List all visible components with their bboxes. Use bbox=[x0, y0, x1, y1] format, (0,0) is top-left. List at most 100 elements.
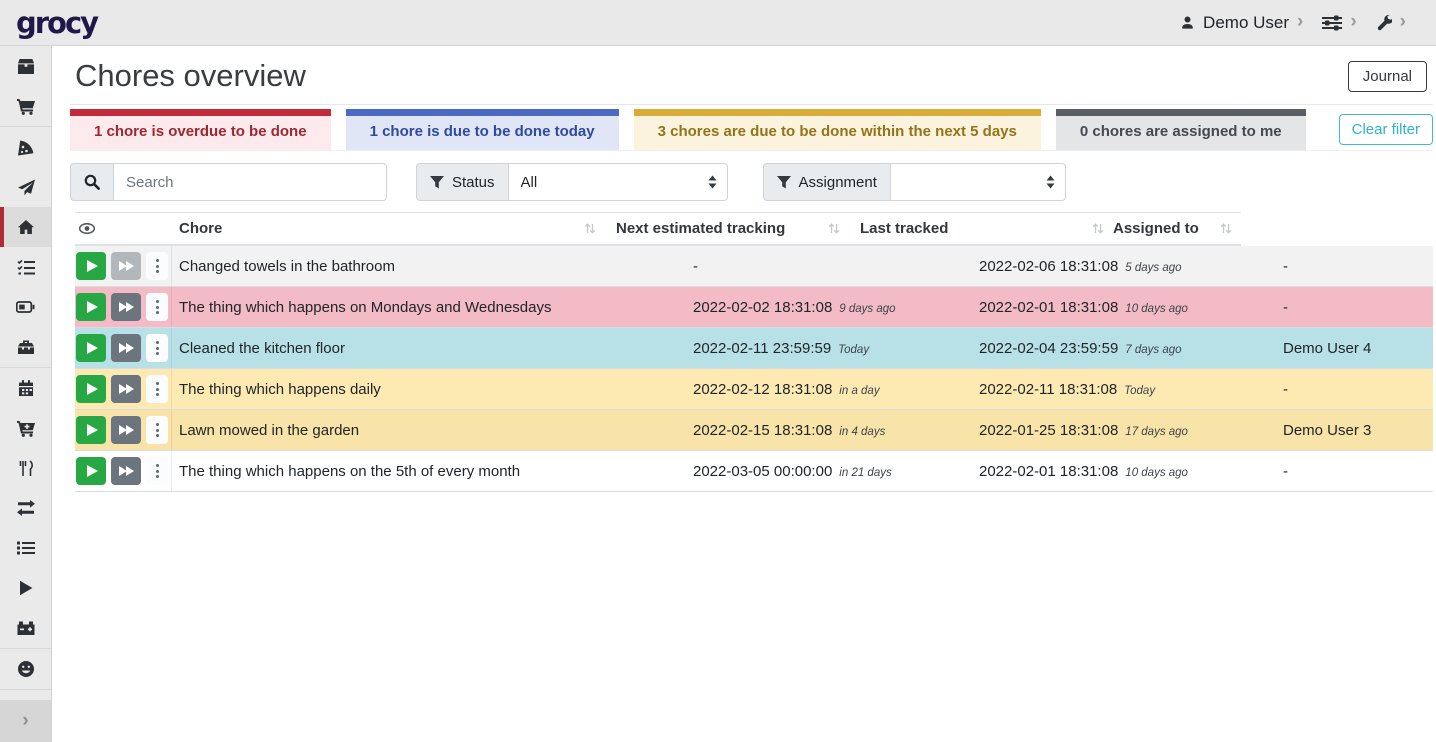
table-header-chore[interactable]: Chore bbox=[172, 220, 605, 237]
last-tracked-value: 2022-02-06 18:31:08 bbox=[979, 258, 1118, 275]
sidebar-item-shopping-list[interactable] bbox=[0, 86, 51, 126]
table-header-assigned-to[interactable]: Assigned to bbox=[1113, 220, 1241, 237]
next-tracking-relative: in 21 days bbox=[839, 467, 891, 479]
last-tracked-relative: 10 days ago bbox=[1125, 303, 1188, 315]
track-chore-button[interactable] bbox=[76, 252, 106, 280]
assignment-filter-addon: Assignment bbox=[763, 163, 890, 201]
skip-chore-button[interactable] bbox=[111, 252, 141, 280]
sidebar-item-recipes[interactable] bbox=[0, 127, 51, 167]
last-tracked-value: 2022-02-11 18:31:08 bbox=[979, 381, 1117, 398]
wrench-icon bbox=[1376, 15, 1392, 31]
sidebar-item-batteries-overview[interactable] bbox=[0, 287, 51, 327]
track-chore-button[interactable] bbox=[76, 334, 106, 362]
status-banner-today[interactable]: 1 chore is due to be done today bbox=[346, 109, 619, 150]
status-filter-select[interactable]: All bbox=[508, 163, 728, 201]
status-banners: 1 chore is overdue to be done 1 chore is … bbox=[70, 109, 1306, 150]
skip-chore-button[interactable] bbox=[111, 416, 141, 444]
track-chore-button[interactable] bbox=[76, 375, 106, 403]
sidebar-expand-toggle[interactable]: › bbox=[0, 700, 51, 742]
sidebar-item-battery-tracking[interactable] bbox=[0, 608, 51, 648]
table-row[interactable]: Cleaned the kitchen floor 2022-02-11 23:… bbox=[75, 328, 1433, 369]
master-data-menu[interactable]: › bbox=[1320, 10, 1358, 35]
chore-name[interactable]: The thing which happens daily bbox=[172, 381, 693, 398]
next-tracking-cell: 2022-02-11 23:59:59 Today bbox=[693, 340, 979, 357]
sidebar-item-tasks[interactable] bbox=[0, 247, 51, 287]
settings-menu[interactable]: › bbox=[1374, 10, 1408, 35]
eye-icon bbox=[79, 223, 95, 234]
next-tracking-cell: 2022-03-05 00:00:00 in 21 days bbox=[693, 463, 979, 480]
battery-icon bbox=[16, 301, 35, 313]
sidebar-item-misc[interactable] bbox=[0, 649, 51, 689]
page-header: Chores overview Journal bbox=[70, 54, 1433, 105]
next-tracking-value: 2022-02-12 18:31:08 bbox=[693, 381, 832, 398]
sidebar-item-meal-plan[interactable] bbox=[0, 167, 51, 207]
chevron-right-icon: › bbox=[1297, 12, 1303, 31]
journal-button[interactable]: Journal bbox=[1348, 61, 1427, 92]
table-header-next-tracking[interactable]: Next estimated tracking bbox=[605, 220, 849, 237]
row-menu-button[interactable] bbox=[146, 375, 168, 403]
sort-icon bbox=[584, 223, 596, 234]
table-row[interactable]: The thing which happens daily 2022-02-12… bbox=[75, 369, 1433, 410]
play-icon bbox=[87, 424, 98, 436]
table-row[interactable]: Lawn mowed in the garden 2022-02-15 18:3… bbox=[75, 410, 1433, 451]
row-menu-button[interactable] bbox=[146, 334, 168, 362]
sort-icon bbox=[1092, 223, 1104, 234]
next-tracking-relative: Today bbox=[838, 344, 869, 356]
chores-table-body: Changed towels in the bathroom - 2022-02… bbox=[75, 246, 1433, 492]
assigned-to-value: Demo User 3 bbox=[1283, 422, 1433, 439]
next-tracking-relative: in 4 days bbox=[839, 426, 885, 438]
grocy-logo[interactable]: grocy bbox=[16, 6, 97, 40]
play-icon bbox=[87, 465, 98, 477]
row-menu-button[interactable] bbox=[146, 293, 168, 321]
navbar-right: Demo User › › › bbox=[1178, 9, 1408, 37]
sidebar-item-purchase[interactable] bbox=[0, 408, 51, 448]
chore-name[interactable]: The thing which happens on Mondays and W… bbox=[172, 299, 693, 316]
skip-chore-button[interactable] bbox=[111, 334, 141, 362]
exchange-arrows-icon bbox=[17, 500, 35, 516]
table-row[interactable]: The thing which happens on Mondays and W… bbox=[75, 287, 1433, 328]
search-group bbox=[70, 163, 387, 201]
chore-name[interactable]: Cleaned the kitchen floor bbox=[172, 340, 693, 357]
last-tracked-cell: 2022-02-04 23:59:59 7 days ago bbox=[979, 340, 1283, 357]
play-icon bbox=[19, 580, 33, 596]
row-menu-button[interactable] bbox=[146, 252, 168, 280]
column-visibility-button[interactable] bbox=[75, 223, 172, 234]
chore-name[interactable]: Changed towels in the bathroom bbox=[172, 258, 693, 275]
tasks-icon bbox=[17, 259, 35, 275]
table-row[interactable]: Changed towels in the bathroom - 2022-02… bbox=[75, 246, 1433, 287]
assignment-filter-label: Assignment bbox=[799, 174, 877, 191]
sidebar-item-stock-overview[interactable] bbox=[0, 46, 51, 86]
clear-filter-button[interactable]: Clear filter bbox=[1339, 114, 1433, 145]
status-banner-assigned[interactable]: 0 chores are assigned to me bbox=[1056, 109, 1306, 150]
table-header-last-tracked[interactable]: Last tracked bbox=[849, 220, 1113, 237]
car-battery-icon bbox=[17, 621, 35, 636]
chore-name[interactable]: The thing which happens on the 5th of ev… bbox=[172, 463, 693, 480]
skip-chore-button[interactable] bbox=[111, 293, 141, 321]
sidebar: › bbox=[0, 46, 52, 742]
status-banner-soon[interactable]: 3 chores are due to be done within the n… bbox=[634, 109, 1041, 150]
last-tracked-cell: 2022-01-25 18:31:08 17 days ago bbox=[979, 422, 1283, 439]
track-chore-button[interactable] bbox=[76, 416, 106, 444]
search-input[interactable] bbox=[113, 163, 387, 201]
sidebar-item-consume[interactable] bbox=[0, 448, 51, 488]
track-chore-button[interactable] bbox=[76, 457, 106, 485]
table-row[interactable]: The thing which happens on the 5th of ev… bbox=[75, 451, 1433, 492]
skip-chore-button[interactable] bbox=[111, 457, 141, 485]
sidebar-item-equipment[interactable] bbox=[0, 327, 51, 367]
chore-name[interactable]: Lawn mowed in the garden bbox=[172, 422, 693, 439]
track-chore-button[interactable] bbox=[76, 293, 106, 321]
sidebar-item-transfer[interactable] bbox=[0, 488, 51, 528]
sidebar-item-chores-overview[interactable] bbox=[0, 207, 51, 247]
chores-table: Chore Next estimated tracking Last track… bbox=[75, 212, 1433, 492]
assignment-filter-select[interactable] bbox=[890, 163, 1066, 201]
last-tracked-relative: 10 days ago bbox=[1125, 467, 1188, 479]
list-icon bbox=[17, 541, 35, 555]
user-menu[interactable]: Demo User › bbox=[1178, 9, 1305, 37]
sidebar-item-inventory[interactable] bbox=[0, 528, 51, 568]
row-menu-button[interactable] bbox=[146, 457, 168, 485]
skip-chore-button[interactable] bbox=[111, 375, 141, 403]
status-banner-overdue[interactable]: 1 chore is overdue to be done bbox=[70, 109, 331, 150]
sidebar-item-calendar[interactable] bbox=[0, 368, 51, 408]
sidebar-item-chore-tracking[interactable] bbox=[0, 568, 51, 608]
row-menu-button[interactable] bbox=[146, 416, 168, 444]
